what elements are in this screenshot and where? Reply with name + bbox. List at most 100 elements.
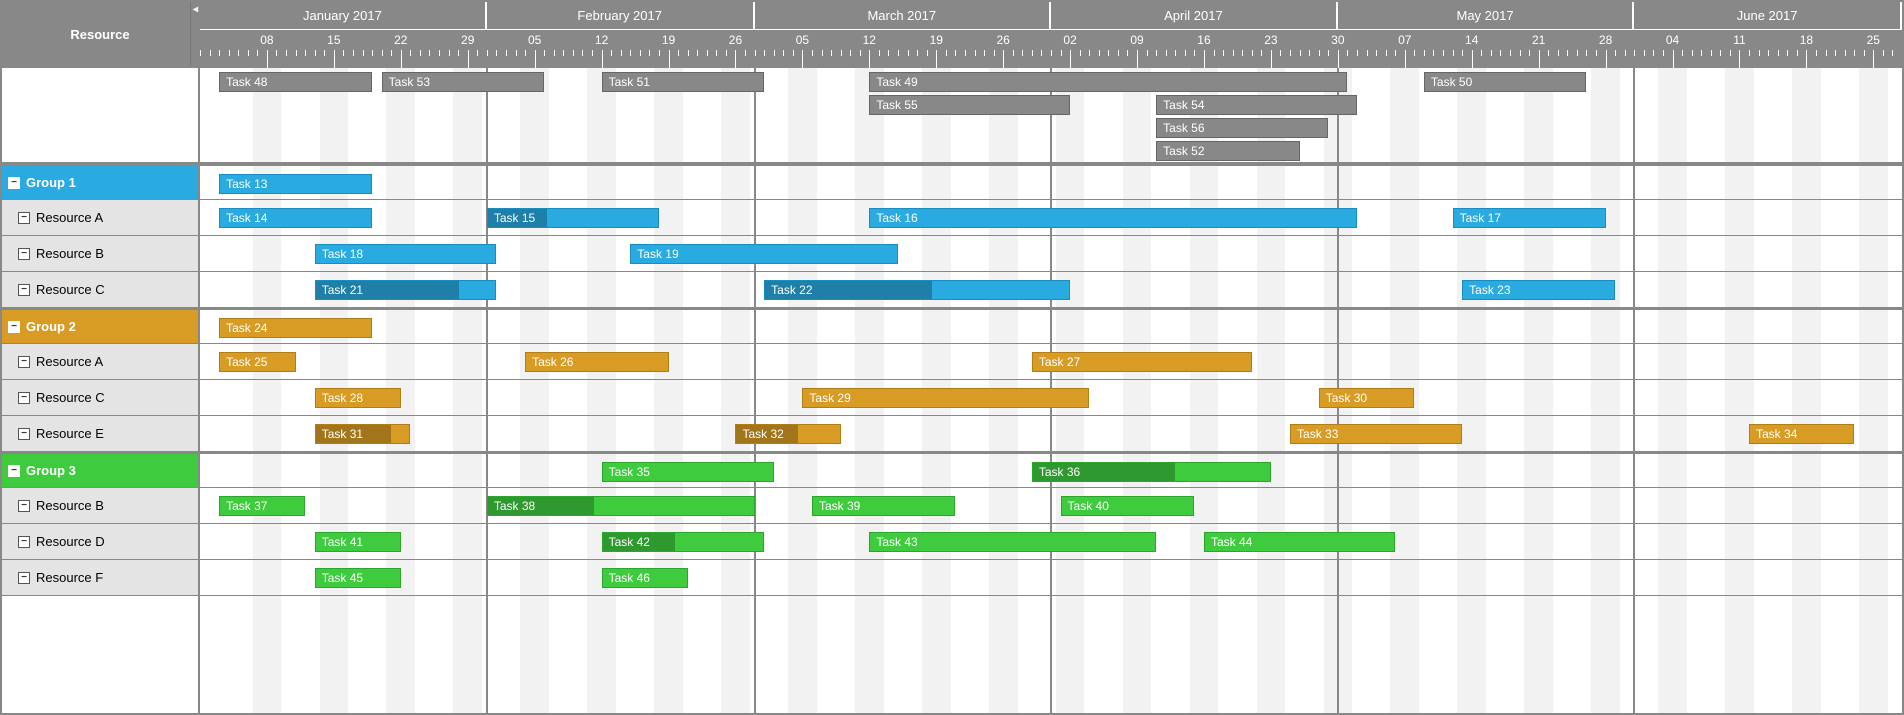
task-bar[interactable]: Task 24 (219, 318, 372, 338)
task-bar[interactable]: Task 41 (315, 532, 401, 552)
group-row[interactable]: −Group 3 (2, 452, 198, 488)
task-bar[interactable]: Task 19 (630, 244, 898, 264)
task-bar[interactable]: Task 42 (602, 532, 765, 552)
task-bar[interactable]: Task 53 (382, 72, 545, 92)
task-label: Task 39 (819, 499, 860, 513)
chart-rows: Task 48 Task 53 Task 51 Task 49 Task 50 Task … (200, 68, 1902, 713)
task-label: Task 37 (226, 499, 267, 513)
resource-row[interactable]: −Resource A (2, 200, 198, 236)
task-label: Task 48 (226, 75, 267, 89)
collapse-toggle[interactable]: − (18, 212, 30, 224)
resource-row[interactable]: −Resource A (2, 344, 198, 380)
row-label: Resource F (36, 570, 103, 585)
task-bar[interactable]: Task 37 (219, 496, 305, 516)
group-row[interactable]: −Group 1 (2, 164, 198, 200)
task-label: Task 40 (1068, 499, 1109, 513)
resource-row[interactable]: −Resource B (2, 236, 198, 272)
collapse-toggle[interactable]: − (18, 428, 30, 440)
task-label: Task 17 (1460, 211, 1501, 225)
task-bar[interactable]: Task 51 (602, 72, 765, 92)
task-bar[interactable]: Task 30 (1319, 388, 1415, 408)
task-label: Task 15 (494, 211, 535, 225)
row-label: Group 1 (26, 175, 76, 190)
resource-row[interactable]: −Resource C (2, 380, 198, 416)
task-bar[interactable]: Task 50 (1424, 72, 1587, 92)
collapse-toggle[interactable]: − (18, 392, 30, 404)
week-label: 19 (654, 30, 684, 50)
timeline-panel: January 2017February 2017March 2017April… (200, 2, 1902, 713)
task-bar[interactable]: Task 43 (869, 532, 1156, 552)
task-bar[interactable]: Task 25 (219, 352, 295, 372)
task-bar[interactable]: Task 15 (487, 208, 659, 228)
task-bar[interactable]: Task 33 (1290, 424, 1462, 444)
task-bar[interactable]: Task 23 (1462, 280, 1615, 300)
collapse-toggle[interactable]: − (18, 248, 30, 260)
week-label: 14 (1457, 30, 1487, 50)
task-bar[interactable]: Task 18 (315, 244, 497, 264)
task-label: Task 49 (876, 75, 917, 89)
week-label: 12 (854, 30, 884, 50)
task-bar[interactable]: Task 13 (219, 174, 372, 194)
task-bar[interactable]: Task 56 (1156, 118, 1328, 138)
collapse-toggle[interactable]: − (8, 465, 20, 477)
resource-row[interactable]: −Resource E (2, 416, 198, 452)
chart-row: Task 13 (200, 164, 1902, 200)
task-bar[interactable]: Task 52 (1156, 141, 1299, 161)
task-bar[interactable]: Task 26 (525, 352, 668, 372)
task-bar[interactable]: Task 38 (487, 496, 755, 516)
collapse-toggle[interactable]: − (18, 536, 30, 548)
task-bar[interactable]: Task 29 (802, 388, 1089, 408)
collapse-toggle[interactable]: − (18, 356, 30, 368)
task-bar[interactable]: Task 36 (1032, 462, 1271, 482)
chart-body[interactable]: Task 48 Task 53 Task 51 Task 49 Task 50 Task … (200, 68, 1902, 713)
collapse-toggle[interactable]: − (8, 177, 20, 189)
row-label: Resource C (36, 282, 105, 297)
task-bar[interactable]: Task 34 (1749, 424, 1854, 444)
collapse-toggle[interactable]: − (18, 284, 30, 296)
collapse-toggle[interactable]: − (8, 321, 20, 333)
task-bar[interactable]: Task 16 (869, 208, 1357, 228)
task-label: Task 16 (876, 211, 917, 225)
task-label: Task 22 (771, 283, 812, 297)
task-bar[interactable]: Task 28 (315, 388, 401, 408)
task-bar[interactable]: Task 39 (812, 496, 955, 516)
task-bar[interactable]: Task 32 (735, 424, 840, 444)
task-bar[interactable]: Task 44 (1204, 532, 1395, 552)
resource-rows: −Group 1−Resource A−Resource B−Resource … (2, 68, 198, 713)
week-label: 11 (1724, 30, 1754, 50)
resource-row[interactable]: −Resource D (2, 524, 198, 560)
collapse-toggle[interactable]: − (18, 572, 30, 584)
task-bar[interactable]: Task 22 (764, 280, 1070, 300)
row-label: Resource B (36, 498, 104, 513)
task-bar[interactable]: Task 21 (315, 280, 497, 300)
collapse-toggle[interactable]: − (18, 500, 30, 512)
task-bar[interactable]: Task 46 (602, 568, 688, 588)
task-bar[interactable]: Task 35 (602, 462, 774, 482)
week-label: 22 (386, 30, 416, 50)
task-bar[interactable]: Task 48 (219, 72, 372, 92)
task-bar[interactable]: Task 54 (1156, 95, 1357, 115)
task-label: Task 34 (1756, 427, 1797, 441)
task-bar[interactable]: Task 31 (315, 424, 411, 444)
group-row[interactable]: −Group 2 (2, 308, 198, 344)
task-bar[interactable]: Task 55 (869, 95, 1070, 115)
week-label: 18 (1791, 30, 1821, 50)
week-row: 0815222905121926051219260209162330071421… (200, 30, 1902, 50)
resource-row[interactable]: −Resource B (2, 488, 198, 524)
task-bar[interactable]: Task 45 (315, 568, 401, 588)
row-label: Group 2 (26, 319, 76, 334)
chart-row: Task 31 Task 32 Task 33 Task 34 (200, 416, 1902, 452)
task-label: Task 55 (876, 98, 917, 112)
resource-row[interactable]: −Resource C (2, 272, 198, 308)
panel-collapse-handle[interactable]: ◂ (190, 2, 200, 66)
resource-row[interactable]: −Resource F (2, 560, 198, 596)
week-label: 28 (1591, 30, 1621, 50)
task-bar[interactable]: Task 40 (1061, 496, 1195, 516)
task-bar[interactable]: Task 27 (1032, 352, 1252, 372)
month-header: May 2017 (1338, 2, 1634, 30)
task-label: Task 32 (742, 427, 783, 441)
task-bar[interactable]: Task 49 (869, 72, 1347, 92)
task-bar[interactable]: Task 17 (1453, 208, 1606, 228)
task-bar[interactable]: Task 14 (219, 208, 372, 228)
resource-header: Resource ◂ (2, 2, 198, 68)
